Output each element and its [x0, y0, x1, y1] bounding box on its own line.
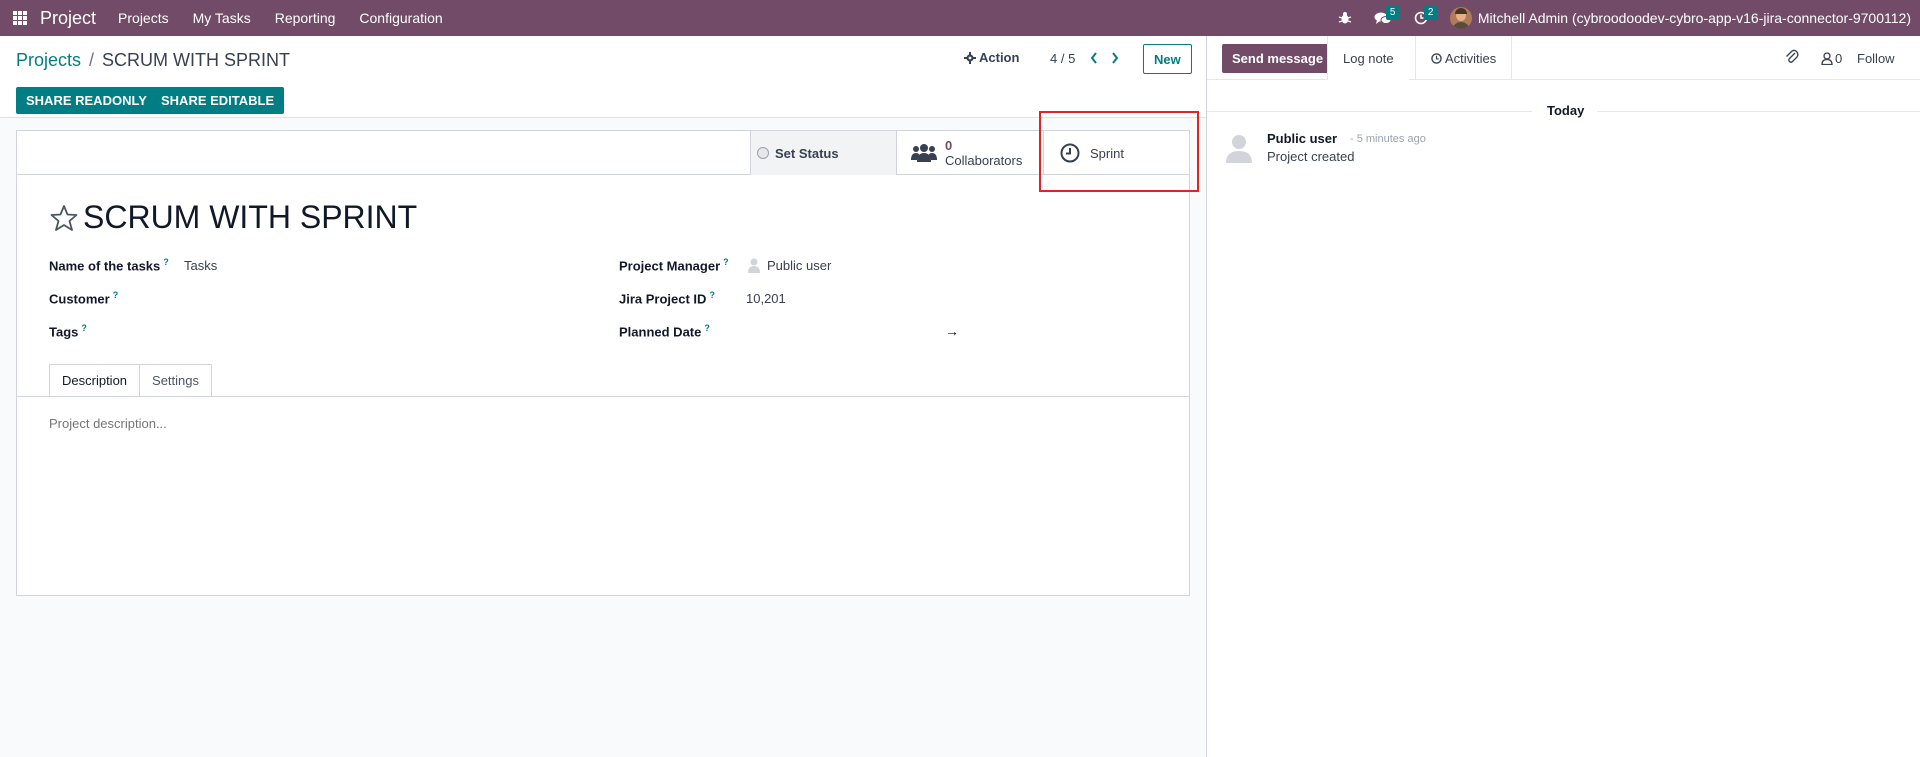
project-manager-field[interactable]: Public user	[747, 257, 831, 273]
notebook-tabs: Description Settings	[49, 364, 213, 397]
customer-label: Customer?	[49, 290, 119, 307]
set-status-button[interactable]: Set Status	[750, 131, 897, 175]
breadcrumb-projects-link[interactable]: Projects	[16, 50, 81, 71]
main-menu: Projects My Tasks Reporting Configuratio…	[118, 10, 467, 26]
messaging-comments-icon[interactable]: 5	[1368, 0, 1400, 36]
form-sheet: Set Status 0 Collaborators Sprint SCRUM …	[16, 130, 1190, 596]
messages-badge: 5	[1385, 6, 1400, 20]
help-tooltip-icon[interactable]: ?	[704, 323, 710, 333]
tags-label: Tags?	[49, 323, 87, 340]
collaborators-count: 0	[945, 138, 953, 153]
tabs-divider	[17, 396, 1189, 397]
sprint-button[interactable]: Sprint	[1044, 131, 1189, 175]
control-panel: Projects / SCRUM WITH SPRINT Action 4 / …	[0, 36, 1206, 118]
pager-value[interactable]: 4 / 5	[1050, 51, 1075, 66]
user-name: Mitchell Admin (cybroodoodev-cybro-app-v…	[1477, 10, 1911, 26]
tab-description[interactable]: Description	[49, 364, 141, 397]
activities-button[interactable]: Activities	[1415, 36, 1513, 80]
top-navbar: Project Projects My Tasks Reporting Conf…	[0, 0, 1920, 36]
project-title[interactable]: SCRUM WITH SPRINT	[83, 199, 417, 236]
help-tooltip-icon[interactable]: ?	[709, 290, 715, 300]
sprint-label: Sprint	[1090, 145, 1124, 161]
tags-field[interactable]	[184, 323, 564, 341]
help-tooltip-icon[interactable]: ?	[723, 257, 729, 267]
title-row: SCRUM WITH SPRINT	[49, 199, 417, 236]
activities-clock-icon[interactable]: 2	[1406, 0, 1438, 36]
users-icon	[911, 144, 937, 162]
followers-count: 0	[1835, 51, 1843, 66]
activities-label: Activities	[1445, 50, 1497, 66]
user-avatar	[1449, 7, 1472, 29]
share-readonly-button[interactable]: SHARE READONLY	[16, 87, 157, 114]
set-status-label: Set Status	[775, 145, 839, 161]
collaborators-button[interactable]: 0 Collaborators	[897, 131, 1044, 175]
project-manager-value: Public user	[767, 257, 832, 273]
followers-button[interactable]: 0	[1821, 51, 1842, 66]
status-circle-icon	[757, 147, 769, 159]
author-avatar-icon[interactable]	[1223, 131, 1255, 163]
date-range-arrow-icon: →	[945, 323, 959, 339]
systray: 5 2 Mitchell Admin (cybroodoodev-cybro-a…	[1330, 0, 1920, 36]
chatter-topbar: Send message Log note Activities 0 Follo…	[1207, 36, 1920, 80]
planned-date-start-field[interactable]	[746, 323, 936, 341]
breadcrumb-current: SCRUM WITH SPRINT	[102, 50, 291, 70]
message-timestamp: - 5 minutes ago	[1350, 133, 1426, 145]
follow-button[interactable]: Follow	[1857, 51, 1895, 66]
app-brand[interactable]: Project	[40, 8, 96, 29]
message-body: Project created	[1267, 149, 1355, 164]
menu-my-tasks[interactable]: My Tasks	[193, 10, 251, 26]
user-icon	[1821, 52, 1833, 65]
name-of-tasks-field[interactable]: Tasks	[184, 258, 217, 273]
project-manager-label: Project Manager?	[619, 257, 729, 274]
user-menu[interactable]: Mitchell Admin (cybroodoodev-cybro-app-v…	[1449, 7, 1911, 29]
help-tooltip-icon[interactable]: ?	[113, 290, 119, 300]
share-editable-button[interactable]: SHARE EDITABLE	[151, 87, 285, 114]
gear-icon	[964, 51, 976, 64]
menu-reporting[interactable]: Reporting	[275, 10, 336, 26]
log-note-button[interactable]: Log note	[1327, 36, 1409, 80]
smart-button-box: Set Status 0 Collaborators Sprint	[17, 131, 1189, 175]
clock-icon	[1060, 143, 1080, 163]
pager-next-icon[interactable]	[1106, 48, 1124, 68]
breadcrumb-separator: /	[89, 50, 95, 70]
name-of-tasks-label: Name of the tasks?	[49, 257, 169, 274]
menu-projects[interactable]: Projects	[118, 10, 169, 26]
apps-menu-icon[interactable]	[2, 0, 38, 36]
clock-icon	[1431, 52, 1442, 64]
description-field[interactable]	[49, 416, 1149, 431]
activities-badge: 2	[1423, 6, 1438, 20]
action-menu-button[interactable]: Action	[964, 50, 1019, 65]
date-separator-label: Today	[1547, 103, 1585, 118]
customer-field[interactable]	[184, 290, 564, 308]
pager-previous-icon[interactable]	[1085, 48, 1103, 68]
action-label: Action	[979, 50, 1020, 65]
help-tooltip-icon[interactable]: ?	[81, 323, 87, 333]
tab-settings[interactable]: Settings	[140, 364, 213, 397]
jira-project-id-field[interactable]: 10,201	[746, 291, 786, 306]
new-button[interactable]: New	[1143, 44, 1192, 74]
help-tooltip-icon[interactable]: ?	[163, 257, 169, 267]
planned-date-label: Planned Date?	[619, 323, 710, 340]
favorite-star-icon[interactable]	[49, 203, 79, 233]
collaborators-label: Collaborators	[945, 153, 1023, 168]
jira-project-id-label: Jira Project ID?	[619, 290, 715, 307]
breadcrumb: Projects / SCRUM WITH SPRINT	[16, 50, 290, 71]
date-separator: Today	[1207, 103, 1920, 119]
send-message-button[interactable]: Send message	[1222, 44, 1334, 73]
message-author[interactable]: Public user	[1267, 131, 1337, 146]
chatter-message: Public user - 5 minutes ago Project crea…	[1223, 129, 1903, 173]
debug-bug-icon[interactable]	[1330, 0, 1360, 36]
user-avatar-icon	[748, 258, 760, 273]
paperclip-icon[interactable]	[1785, 49, 1799, 68]
menu-configuration[interactable]: Configuration	[359, 10, 442, 26]
chatter-panel: Send message Log note Activities 0 Follo…	[1206, 36, 1920, 757]
